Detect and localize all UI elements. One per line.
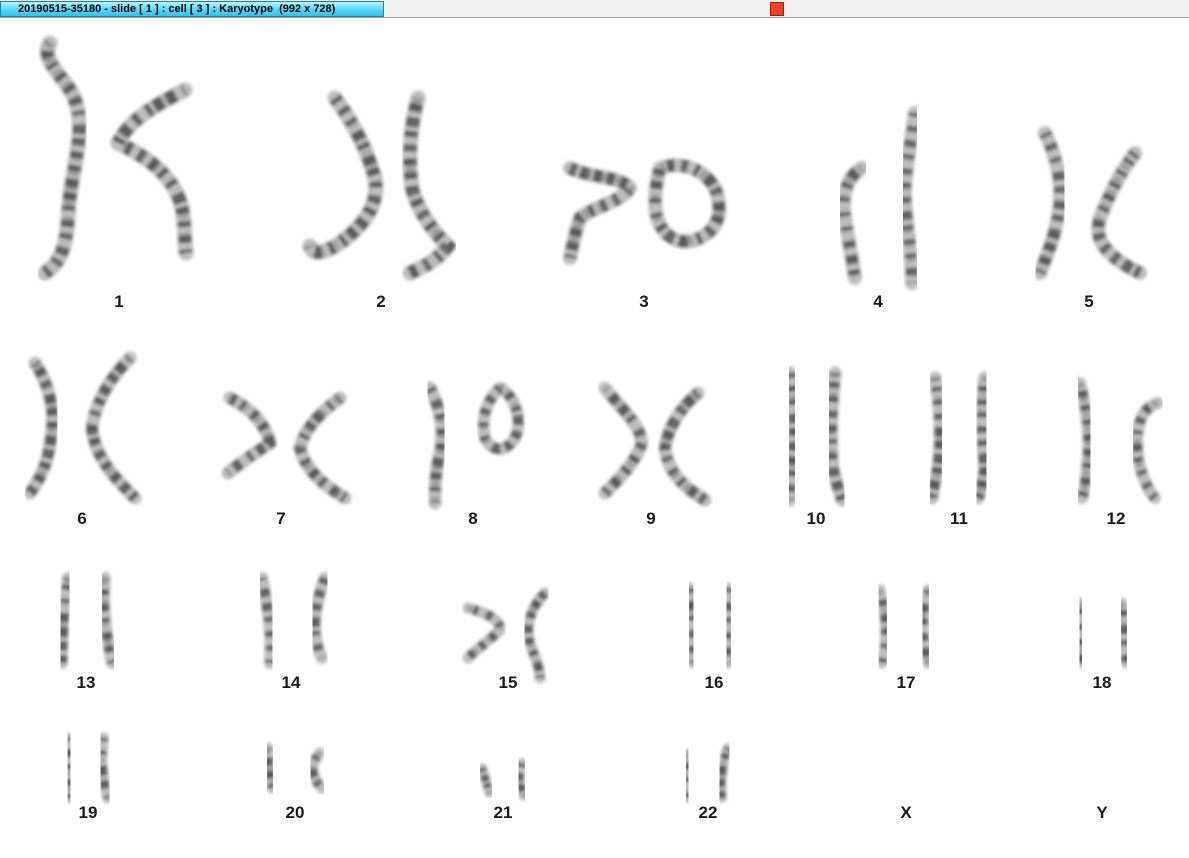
chromosome-image	[925, 371, 947, 505]
chromosome-image	[563, 161, 638, 265]
chromosome-image	[402, 90, 457, 281]
chromosome-image	[62, 732, 76, 804]
chromosome-image	[783, 366, 801, 507]
chromosome-label: 12	[1106, 509, 1126, 528]
chromosome-image	[918, 584, 934, 669]
karyotype-canvas: 1 2 3 4 5 6 7 8 9 10 11 12 13 14 15 16 1…	[0, 18, 1189, 858]
chromosome-image	[514, 758, 529, 801]
chromosome-image	[37, 35, 87, 281]
chromosome-label: 22	[698, 803, 718, 822]
chromosome-image	[423, 381, 449, 510]
chromosome-label: 1	[114, 292, 124, 311]
chromosome-image	[681, 748, 693, 803]
chromosome-image	[648, 158, 726, 249]
chromosome-label: 11	[950, 509, 968, 528]
chromosome-label: 14	[281, 673, 301, 692]
chromosome-image	[898, 106, 922, 290]
chromosome-image	[1074, 377, 1095, 504]
chromosome-label: 16	[704, 673, 724, 692]
chromosome-image	[293, 391, 352, 505]
chromosome-image	[98, 572, 118, 669]
chromosome-images	[23, 35, 1164, 804]
chromosome-label: Y	[1096, 803, 1108, 822]
chromosome-image	[1116, 597, 1132, 669]
chromosome-image	[109, 82, 194, 261]
window-title[interactable]: 20190515-35180 - slide [ 1 ] : cell [ 3 …	[0, 1, 384, 17]
chromosome-label: 13	[76, 673, 96, 692]
chromosome-image	[262, 742, 278, 794]
chromosome-image	[658, 386, 712, 507]
chromosome-image	[522, 587, 551, 684]
chromosome-image	[85, 351, 142, 505]
chromosome-label: 3	[639, 292, 649, 311]
chromosome-image	[96, 732, 114, 804]
chromosome-image	[684, 582, 699, 669]
chromosome-image	[971, 371, 992, 505]
chromosome-image	[1033, 126, 1068, 280]
chromosome-label: 18	[1092, 673, 1112, 692]
chromosome-label: 20	[285, 803, 305, 822]
chromosome-image	[1074, 597, 1087, 669]
chromosome-image	[1091, 146, 1147, 280]
chromosome-image	[221, 391, 277, 480]
chromosome-label: 2	[376, 292, 386, 311]
chromosome-label: 7	[276, 509, 286, 528]
chromosome-image	[825, 366, 849, 507]
chromosome-image	[477, 382, 525, 455]
chromosome-image	[462, 602, 506, 664]
chromosome-label: X	[900, 803, 912, 822]
title-bar: 20190515-35180 - slide [ 1 ] : cell [ 3 …	[0, 0, 1189, 18]
chromosome-image	[874, 584, 892, 669]
chromosome-image	[56, 572, 74, 669]
chromosome-image	[716, 743, 733, 803]
close-icon[interactable]	[770, 2, 784, 16]
chromosome-label: 17	[896, 673, 916, 692]
chromosome-image	[837, 161, 869, 285]
chromosome-image	[598, 381, 649, 500]
chromosome-image	[721, 582, 736, 669]
chromosome-label: 6	[77, 509, 87, 528]
chromosome-image	[308, 572, 331, 664]
chromosome-image	[256, 572, 277, 669]
chromosome-label: 19	[78, 803, 98, 822]
chromosome-label: 15	[498, 673, 518, 692]
chromosome-label: 21	[493, 803, 513, 822]
chromosome-image	[23, 356, 60, 500]
chromosome-label: 8	[468, 509, 478, 528]
chromosome-image	[307, 747, 328, 794]
chromosome-image	[477, 763, 495, 798]
chromosome-label: 4	[873, 292, 883, 311]
chromosome-image	[302, 90, 384, 260]
chromosome-label: 5	[1084, 292, 1094, 311]
chromosome-label: 9	[646, 509, 656, 528]
chromosome-image	[1131, 397, 1164, 504]
chromosome-label: 10	[806, 509, 826, 528]
